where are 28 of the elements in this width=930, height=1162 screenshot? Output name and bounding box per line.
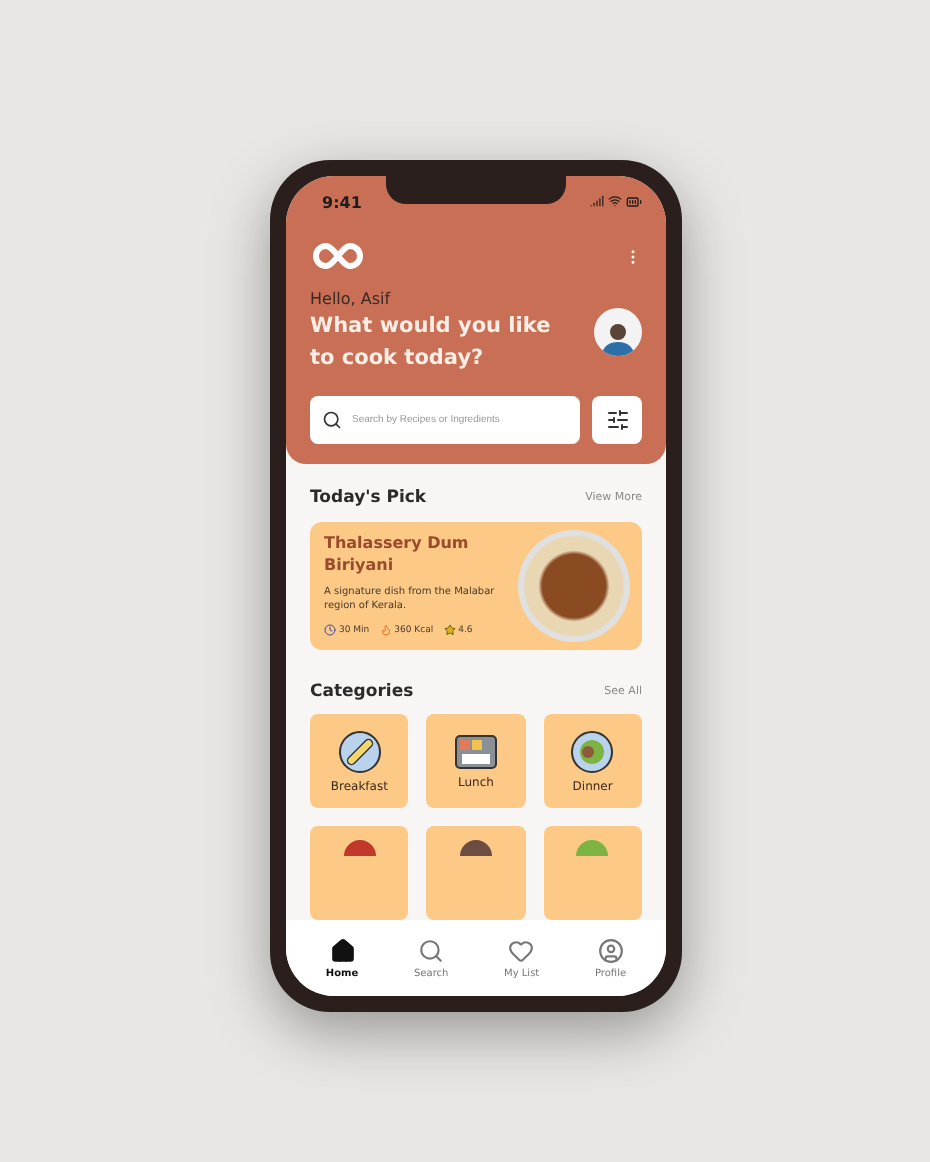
plate-icon bbox=[337, 729, 382, 773]
battery-icon bbox=[626, 194, 642, 210]
header-question: What would you like to cook today? bbox=[310, 312, 553, 374]
filter-button[interactable] bbox=[592, 395, 642, 443]
dinner-plate-icon bbox=[570, 729, 615, 773]
person-silhouette-icon bbox=[602, 320, 634, 357]
greeting-text: Hello, Asif bbox=[310, 290, 393, 308]
category-tile[interactable] bbox=[543, 826, 642, 920]
flame-icon bbox=[379, 624, 392, 637]
avatar[interactable] bbox=[594, 308, 642, 357]
signal-icon bbox=[590, 194, 604, 208]
status-time: 9:41 bbox=[320, 193, 362, 211]
clock-icon bbox=[324, 624, 336, 637]
category-tile[interactable] bbox=[426, 826, 526, 920]
logo-icon bbox=[310, 238, 366, 274]
star-icon bbox=[443, 624, 456, 637]
search-icon bbox=[322, 409, 342, 429]
section-title: Today's Pick bbox=[310, 487, 427, 507]
home-icon bbox=[329, 937, 356, 963]
sliders-icon bbox=[605, 407, 629, 431]
lunch-tray-icon bbox=[453, 733, 498, 769]
heart-icon bbox=[508, 937, 535, 963]
category-tile[interactable] bbox=[310, 826, 409, 920]
wifi-icon bbox=[608, 194, 622, 208]
user-icon bbox=[597, 937, 624, 963]
search-icon bbox=[418, 937, 445, 963]
section-title: Categories bbox=[310, 682, 414, 702]
dish-name: Thalassery Dum Biriyani bbox=[324, 534, 471, 579]
